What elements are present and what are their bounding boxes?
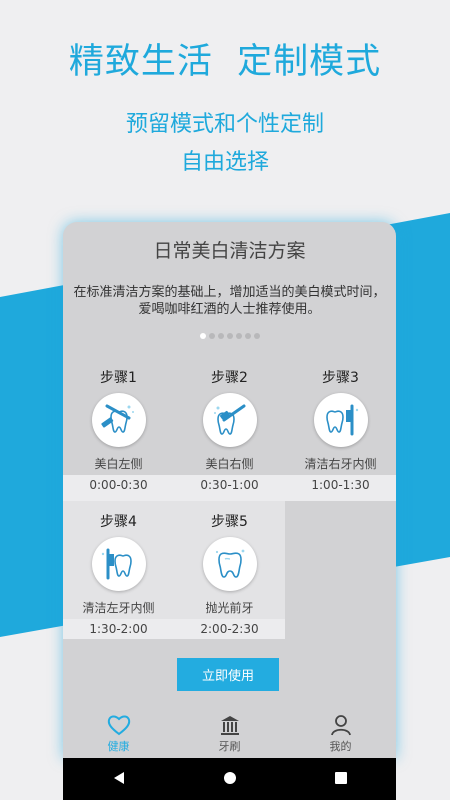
step-label: 步骤2 (211, 370, 248, 386)
step-name: 清洁左牙内侧 (82, 601, 155, 615)
hero-title: 精致生活 定制模式 (68, 42, 382, 82)
step-label: 步骤3 (322, 370, 359, 386)
polish-tooth-icon (203, 537, 257, 591)
tab-label: 我的 (329, 740, 352, 753)
heart-icon (63, 712, 174, 736)
hero-subtitle-1: 预留模式和个性定制 (125, 112, 324, 137)
back-icon[interactable] (112, 770, 126, 789)
step-label: 步骤4 (100, 514, 137, 530)
step-time: 1:00-1:30 (285, 475, 396, 495)
brush-right-tooth-icon (203, 393, 257, 447)
page-dot[interactable] (208, 333, 215, 339)
brush-inner-right-icon (314, 393, 368, 447)
page-dot[interactable] (244, 333, 251, 339)
step-time: 0:00-0:30 (63, 475, 174, 495)
step-name: 美白右侧 (205, 457, 254, 471)
recents-icon[interactable] (334, 770, 348, 789)
step-card[interactable]: 步骤3 清洁右牙内侧 1:00-1:30 (285, 357, 396, 495)
step-card[interactable]: 步骤2 美白右侧 0:30-1:00 (174, 357, 285, 495)
tab-health[interactable]: 健康 (63, 712, 174, 758)
home-icon[interactable] (223, 770, 237, 789)
person-icon (285, 712, 396, 736)
step-placeholder (285, 501, 396, 639)
step-name: 美白左侧 (94, 457, 143, 471)
bottom-tab-bar: 健康 牙刷 我的 (63, 712, 396, 758)
step-card[interactable]: 步骤1 美白左侧 0:00-0:30 (63, 357, 174, 495)
page-dot[interactable] (253, 333, 260, 339)
phone-screen-card: 日常美白清洁方案 在标准清洁方案的基础上，增加适当的美白模式时间，爱喝咖啡红酒的… (63, 222, 396, 758)
brush-left-tooth-icon (92, 393, 146, 447)
page-dot[interactable] (226, 333, 233, 339)
step-time: 2:00-2:30 (174, 619, 285, 639)
tab-toothbrush[interactable]: 牙刷 (174, 712, 285, 758)
step-name: 清洁右牙内侧 (304, 457, 377, 471)
step-label: 步骤1 (100, 370, 137, 386)
page-dot[interactable] (217, 333, 224, 339)
page-dot[interactable] (199, 333, 206, 339)
plan-title: 日常美白清洁方案 (153, 240, 306, 262)
system-navigation-bar (63, 758, 396, 800)
use-now-button[interactable]: 立即使用 (177, 658, 279, 691)
tab-label: 健康 (107, 740, 130, 753)
step-card[interactable]: 步骤5 抛光前牙 2:00-2:30 (174, 501, 285, 639)
steps-row: 步骤1 美白左侧 0:00-0:30 步骤2 美白右侧 0:30-1:00 步骤… (63, 357, 396, 501)
tab-label: 牙刷 (218, 740, 241, 753)
page-dot[interactable] (235, 333, 242, 339)
step-name: 抛光前牙 (205, 601, 254, 615)
step-label: 步骤5 (211, 514, 248, 530)
hero-section: 精致生活 定制模式 预留模式和个性定制 自由选择 (0, 40, 450, 182)
steps-row: 步骤4 清洁左牙内侧 1:30-2:00 步骤5 抛光前牙 2:00-2:30 (63, 501, 396, 639)
steps-grid: 步骤1 美白左侧 0:00-0:30 步骤2 美白右侧 0:30-1:00 步骤… (63, 357, 396, 639)
brush-inner-left-icon (92, 537, 146, 591)
step-card[interactable]: 步骤4 清洁左牙内侧 1:30-2:00 (63, 501, 174, 639)
toothbrush-stand-icon (174, 712, 285, 736)
step-time: 1:30-2:00 (63, 619, 174, 639)
page-indicator (63, 333, 396, 339)
step-time: 0:30-1:00 (174, 475, 285, 495)
tab-profile[interactable]: 我的 (285, 712, 396, 758)
hero-subtitle-2: 自由选择 (180, 150, 269, 175)
plan-description: 在标准清洁方案的基础上，增加适当的美白模式时间，爱喝咖啡红酒的人士推荐使用。 (73, 285, 386, 317)
